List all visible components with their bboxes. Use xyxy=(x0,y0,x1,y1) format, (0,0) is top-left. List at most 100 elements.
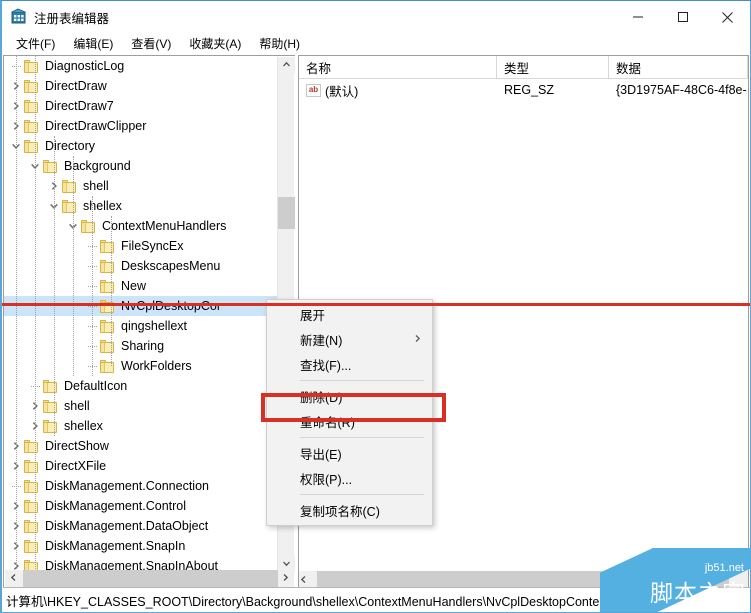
tree-item[interactable]: DirectDraw xyxy=(4,76,278,96)
column-header[interactable]: 名称 xyxy=(299,56,497,78)
tree-item[interactable]: shell xyxy=(4,176,278,196)
folder-icon xyxy=(24,519,39,533)
context-menu-item-label: 权限(P)... xyxy=(300,473,353,487)
folder-icon xyxy=(62,179,77,193)
value-list-rows[interactable]: ab (默认) REG_SZ {3D1975AF-48C6-4f8e- xyxy=(299,79,748,101)
menu-help[interactable]: 帮助(H) xyxy=(250,33,309,54)
menu-view[interactable]: 查看(V) xyxy=(122,33,180,54)
maximize-icon xyxy=(677,11,689,23)
context-menu-separator xyxy=(300,380,424,381)
tree-scroll-up-button[interactable] xyxy=(278,57,295,74)
value-type-cell: REG_SZ xyxy=(504,83,555,97)
tree-scroll-left-button[interactable] xyxy=(5,570,22,587)
context-menu-separator xyxy=(300,494,424,495)
folder-icon xyxy=(100,339,115,353)
registry-editor-icon xyxy=(10,8,28,26)
minimize-button[interactable] xyxy=(615,1,660,33)
tree-item-label: ContextMenuHandlers xyxy=(102,219,227,233)
folder-icon xyxy=(24,139,39,153)
tree-item-label: shellex xyxy=(64,419,103,433)
chevron-right-icon xyxy=(281,573,290,584)
tree-hscrollbar-thumb[interactable] xyxy=(23,570,278,587)
menu-edit[interactable]: 编辑(E) xyxy=(64,33,122,54)
context-menu-item[interactable]: 权限(P)... xyxy=(267,466,432,491)
tree-item-label: DirectDraw7 xyxy=(45,99,114,113)
tree-item[interactable]: New xyxy=(4,276,278,296)
context-menu-item[interactable]: 查找(F)... xyxy=(267,352,432,377)
window-controls xyxy=(615,1,750,33)
close-button[interactable] xyxy=(705,1,750,33)
tree-horizontal-scrollbar[interactable] xyxy=(5,570,294,587)
tree-item-label: DeskscapesMenu xyxy=(121,259,221,273)
folder-icon xyxy=(24,59,39,73)
annotation-red-line xyxy=(2,303,750,306)
tree-item[interactable]: FileSyncEx xyxy=(4,236,278,256)
menu-favorites[interactable]: 收藏夹(A) xyxy=(180,33,250,54)
close-icon xyxy=(721,11,734,24)
tree-item[interactable]: shell xyxy=(4,396,278,416)
tree-item[interactable]: DiskManagement.Connection xyxy=(4,476,278,496)
tree-item-label: DiskManagement.SnapIn xyxy=(45,539,186,553)
tree-item-label: Directory xyxy=(45,139,96,153)
folder-icon xyxy=(24,539,39,553)
tree-item[interactable]: DirectXFile xyxy=(4,456,278,476)
menu-bar: 文件(F) 编辑(E) 查看(V) 收藏夹(A) 帮助(H) xyxy=(2,33,750,55)
context-menu-item[interactable]: 新建(N) xyxy=(267,327,432,352)
tree-item[interactable]: Sharing xyxy=(4,336,278,356)
tree-item-label: DirectDraw xyxy=(45,79,107,93)
list-horizontal-scrollbar[interactable] xyxy=(299,571,748,588)
context-menu-item[interactable]: 复制项名称(C) xyxy=(267,498,432,523)
status-path: 计算机\HKEY_CLASSES_ROOT\Directory\Backgrou… xyxy=(6,594,600,609)
context-menu-item-label: 新建(N) xyxy=(300,334,343,348)
tree-item[interactable]: shellex xyxy=(4,196,278,216)
tree-item[interactable]: DiskManagement.SnapIn xyxy=(4,536,278,556)
tree-guide-line xyxy=(54,136,55,436)
tree-item[interactable]: DirectDrawClipper xyxy=(4,116,278,136)
tree-item[interactable]: shellex xyxy=(4,416,278,436)
menu-file[interactable]: 文件(F) xyxy=(7,33,64,54)
tree-item-label: NvCplDesktopCor xyxy=(119,299,224,313)
list-hscrollbar-thumb[interactable] xyxy=(317,571,729,588)
folder-icon xyxy=(62,199,77,213)
tree-item-label: Sharing xyxy=(121,339,165,353)
folder-icon xyxy=(24,479,39,493)
folder-icon xyxy=(100,319,115,333)
context-menu-item[interactable]: 导出(E) xyxy=(267,441,432,466)
tree-scroll-right-button[interactable] xyxy=(277,570,294,587)
tree-item-label: New xyxy=(121,279,147,293)
tree-item-label: DiagnosticLog xyxy=(45,59,125,73)
value-name-cell: ab (默认) xyxy=(299,81,497,100)
tree-item[interactable]: DiskManagement.DataObject xyxy=(4,516,278,536)
tree-item[interactable]: Background xyxy=(4,156,278,176)
tree-item[interactable]: qingshellext xyxy=(4,316,278,336)
tree-item[interactable]: DeskscapesMenu xyxy=(4,256,278,276)
value-row[interactable]: ab (默认) REG_SZ {3D1975AF-48C6-4f8e- xyxy=(299,79,748,101)
tree-item[interactable]: ContextMenuHandlers xyxy=(4,216,278,236)
tree-item[interactable]: DiskManagement.Control xyxy=(4,496,278,516)
folder-icon xyxy=(100,299,115,313)
folder-icon xyxy=(43,379,58,393)
folder-icon xyxy=(24,439,39,453)
chevron-down-icon xyxy=(282,559,291,570)
tree-item-selected[interactable]: NvCplDesktopCor xyxy=(4,296,278,316)
context-menu-item-label: 查找(F)... xyxy=(300,359,352,373)
tree-item-label: shellex xyxy=(83,199,122,213)
tree-item[interactable]: DefaultIcon xyxy=(4,376,278,396)
maximize-button[interactable] xyxy=(660,1,705,33)
tree-item[interactable]: Directory xyxy=(4,136,278,156)
list-scroll-left-button[interactable] xyxy=(299,571,308,589)
tree-item[interactable]: DirectDraw7 xyxy=(4,96,278,116)
tree-item[interactable]: WorkFolders xyxy=(4,356,278,376)
tree-item[interactable]: DirectShow xyxy=(4,436,278,456)
tree-scrollbar-thumb[interactable] xyxy=(278,197,295,229)
tree-item-label: DefaultIcon xyxy=(64,379,128,393)
tree-item[interactable]: DiagnosticLog xyxy=(4,56,278,76)
chevron-left-icon xyxy=(9,573,18,584)
folder-icon xyxy=(100,279,115,293)
registry-tree[interactable]: DiagnosticLog DirectDraw DirectDraw7 Direct… xyxy=(4,56,278,573)
context-menu-item-label: 复制项名称(C) xyxy=(300,505,380,519)
value-name: (默认) xyxy=(325,84,359,99)
annotation-red-box-delete xyxy=(261,393,446,422)
column-header[interactable]: 数据 xyxy=(609,56,748,78)
column-header[interactable]: 类型 xyxy=(497,56,609,78)
